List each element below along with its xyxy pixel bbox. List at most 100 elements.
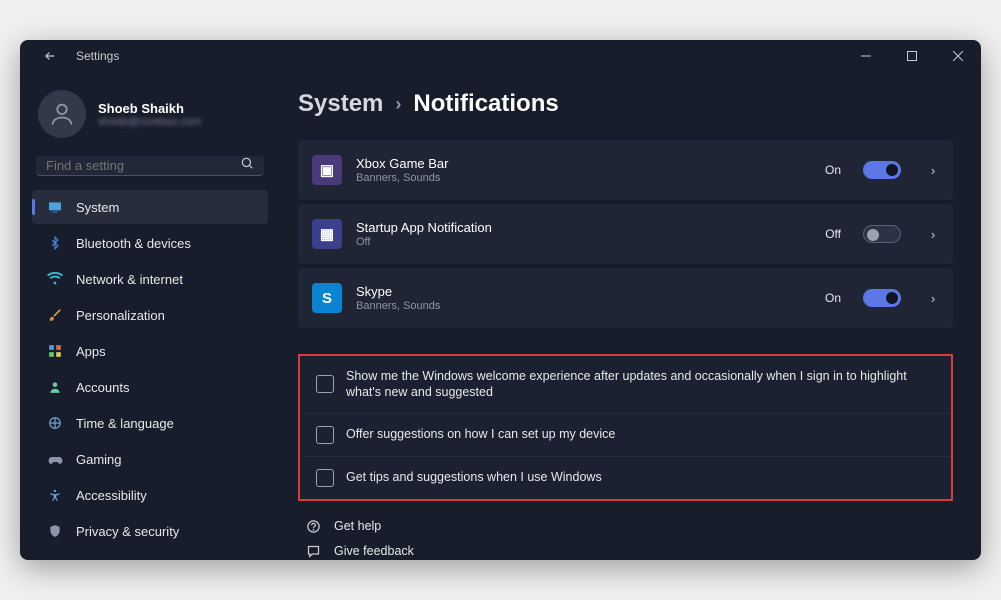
sidebar-item-label: Accessibility <box>76 488 147 503</box>
person-icon <box>46 378 64 396</box>
check-label: Show me the Windows welcome experience a… <box>346 368 935 401</box>
avatar <box>38 90 86 138</box>
help-icon <box>304 519 322 534</box>
sidebar-item-label: Gaming <box>76 452 122 467</box>
toggle-switch[interactable] <box>863 289 901 307</box>
sidebar-item-label: Privacy & security <box>76 524 179 539</box>
sidebar-item-label: Accounts <box>76 380 129 395</box>
sidebar-item-privacy[interactable]: Privacy & security <box>32 514 268 548</box>
wifi-icon <box>46 270 64 288</box>
toggle-switch[interactable] <box>863 161 901 179</box>
sidebar-item-bluetooth[interactable]: Bluetooth & devices <box>32 226 268 260</box>
game-icon <box>46 450 64 468</box>
checkbox[interactable] <box>316 375 334 393</box>
check-label: Get tips and suggestions when I use Wind… <box>346 469 602 485</box>
chevron-right-icon: › <box>395 94 401 115</box>
sidebar-item-label: Network & internet <box>76 272 183 287</box>
toggle-state-label: On <box>825 163 841 177</box>
sidebar-item-label: Windows Update <box>76 560 174 561</box>
sidebar-item-label: Bluetooth & devices <box>76 236 191 251</box>
help-link-label: Get help <box>334 519 381 533</box>
toggle-state-label: Off <box>825 227 841 241</box>
body-area: Shoeb Shaikh shoeb@contoso.com System <box>20 72 981 560</box>
sidebar-item-update[interactable]: Windows Update <box>32 550 268 560</box>
maximize-button[interactable] <box>889 40 935 72</box>
startup-app-icon: ▦ <box>312 219 342 249</box>
main-content: System › Notifications ▣ Xbox Game Bar B… <box>280 72 981 560</box>
search-input[interactable] <box>46 158 240 173</box>
breadcrumb-parent[interactable]: System <box>298 90 383 118</box>
back-button[interactable] <box>36 42 64 70</box>
xbox-game-bar-icon: ▣ <box>312 155 342 185</box>
sidebar-item-label: Personalization <box>76 308 165 323</box>
sidebar-item-accounts[interactable]: Accounts <box>32 370 268 404</box>
chevron-right-icon: › <box>923 291 943 306</box>
page-title: Notifications <box>413 90 558 118</box>
check-row-suggestions[interactable]: Offer suggestions on how I can set up my… <box>300 414 951 457</box>
help-link-label: Give feedback <box>334 544 414 558</box>
app-text: Xbox Game Bar Banners, Sounds <box>356 156 811 184</box>
checkbox[interactable] <box>316 426 334 444</box>
checkbox[interactable] <box>316 469 334 487</box>
check-row-tips[interactable]: Get tips and suggestions when I use Wind… <box>300 457 951 499</box>
search-box[interactable] <box>36 156 264 176</box>
arrow-left-icon <box>43 49 57 63</box>
sidebar-item-label: System <box>76 200 119 215</box>
bluetooth-icon <box>46 234 64 252</box>
breadcrumb: System › Notifications <box>298 90 953 118</box>
accessibility-icon <box>46 486 64 504</box>
toggle-state-label: On <box>825 291 841 305</box>
app-row-xbox[interactable]: ▣ Xbox Game Bar Banners, Sounds On › <box>298 140 953 200</box>
app-subtitle: Banners, Sounds <box>356 172 811 184</box>
window-title: Settings <box>76 49 119 63</box>
app-row-startup[interactable]: ▦ Startup App Notification Off Off › <box>298 204 953 264</box>
app-subtitle: Banners, Sounds <box>356 300 811 312</box>
check-label: Offer suggestions on how I can set up my… <box>346 426 615 442</box>
app-text: Startup App Notification Off <box>356 220 811 248</box>
nav-list: System Bluetooth & devices Network & int… <box>28 190 272 560</box>
chevron-right-icon: › <box>923 227 943 242</box>
update-icon <box>46 558 64 560</box>
close-button[interactable] <box>935 40 981 72</box>
sidebar-item-label: Apps <box>76 344 106 359</box>
help-links: Get help Give feedback <box>298 519 953 559</box>
sidebar-item-apps[interactable]: Apps <box>32 334 268 368</box>
chevron-right-icon: › <box>923 163 943 178</box>
settings-window: Settings Shoeb Shaikh shoeb@contoso.com <box>20 40 981 560</box>
sidebar-item-label: Time & language <box>76 416 174 431</box>
sidebar: Shoeb Shaikh shoeb@contoso.com System <box>20 72 280 560</box>
person-icon <box>48 100 76 128</box>
title-bar: Settings <box>20 40 981 72</box>
app-title: Skype <box>356 284 811 299</box>
profile-text: Shoeb Shaikh shoeb@contoso.com <box>98 101 202 128</box>
toggle-switch[interactable] <box>863 225 901 243</box>
app-text: Skype Banners, Sounds <box>356 284 811 312</box>
brush-icon <box>46 306 64 324</box>
minimize-button[interactable] <box>843 40 889 72</box>
app-subtitle: Off <box>356 236 811 248</box>
sidebar-item-system[interactable]: System <box>32 190 268 224</box>
sidebar-item-accessibility[interactable]: Accessibility <box>32 478 268 512</box>
maximize-icon <box>907 51 917 61</box>
system-icon <box>46 198 64 216</box>
give-feedback-link[interactable]: Give feedback <box>298 544 953 559</box>
get-help-link[interactable]: Get help <box>298 519 953 534</box>
apps-icon <box>46 342 64 360</box>
sidebar-item-time[interactable]: Time & language <box>32 406 268 440</box>
app-row-skype[interactable]: S Skype Banners, Sounds On › <box>298 268 953 328</box>
profile-name: Shoeb Shaikh <box>98 101 202 116</box>
profile-email: shoeb@contoso.com <box>98 116 202 128</box>
app-title: Startup App Notification <box>356 220 811 235</box>
search-icon <box>240 156 254 175</box>
shield-icon <box>46 522 64 540</box>
profile-block[interactable]: Shoeb Shaikh shoeb@contoso.com <box>28 80 272 156</box>
check-row-welcome[interactable]: Show me the Windows welcome experience a… <box>300 356 951 414</box>
clock-globe-icon <box>46 414 64 432</box>
skype-icon: S <box>312 283 342 313</box>
feedback-icon <box>304 544 322 559</box>
sidebar-item-network[interactable]: Network & internet <box>32 262 268 296</box>
app-title: Xbox Game Bar <box>356 156 811 171</box>
highlighted-checkbox-group: Show me the Windows welcome experience a… <box>298 354 953 501</box>
sidebar-item-gaming[interactable]: Gaming <box>32 442 268 476</box>
sidebar-item-personalization[interactable]: Personalization <box>32 298 268 332</box>
